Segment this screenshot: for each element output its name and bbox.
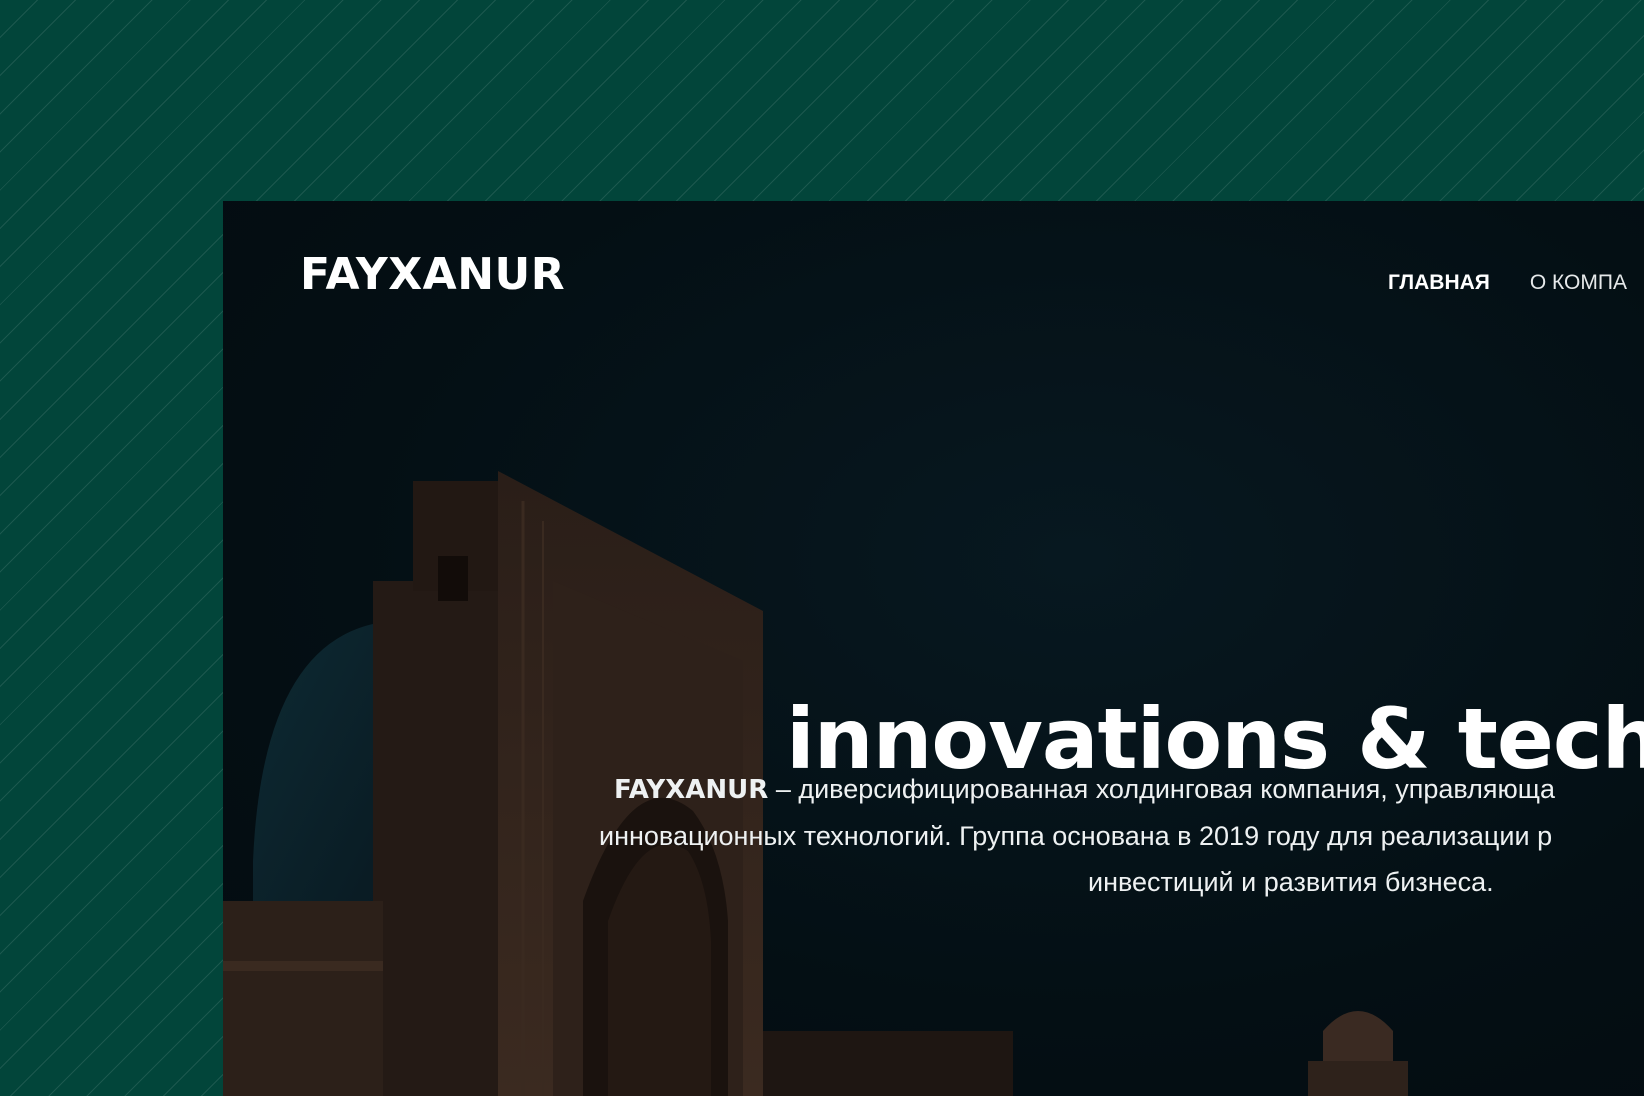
hero-description-line-3: инвестиций и развития бизнеса.	[1088, 867, 1494, 897]
nav-item-home[interactable]: ГЛАВНАЯ	[1388, 271, 1490, 295]
hero-description-line-2: инновационных технологий. Группа основан…	[599, 821, 1553, 851]
hero-brand-word: FAYXANUR	[614, 775, 769, 805]
hero-description-line-1: FAYXANUR – диверсифицированная холдингов…	[599, 766, 1644, 813]
hero-line1-text: – диверсифицированная холдинговая компан…	[768, 774, 1555, 804]
nav-item-about[interactable]: О КОМПА	[1530, 271, 1627, 295]
hero-description: FAYXANUR – диверсифицированная холдингов…	[599, 766, 1644, 905]
main-navigation: ГЛАВНАЯ О КОМПА	[1388, 271, 1627, 295]
site-logo[interactable]: FAYXANUR	[300, 253, 565, 297]
site-header: FAYXANUR ГЛАВНАЯ О КОМПА	[223, 201, 1644, 371]
website-screenshot-frame: FAYXANUR ГЛАВНАЯ О КОМПА innovations & t…	[223, 201, 1644, 1096]
